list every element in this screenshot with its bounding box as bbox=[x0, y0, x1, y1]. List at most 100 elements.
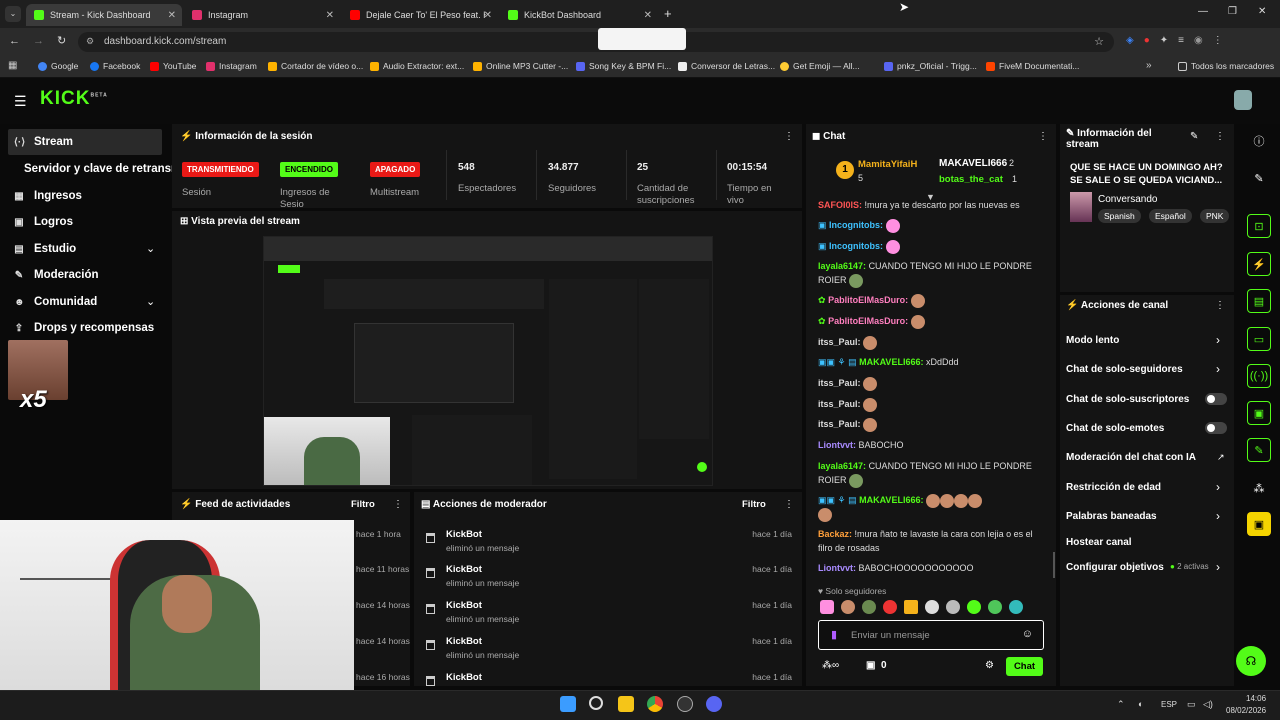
bookmark-facebook[interactable]: Facebook bbox=[90, 61, 140, 71]
sidebar-item-community[interactable]: ☻ Comunidad bbox=[14, 296, 97, 308]
search-icon[interactable] bbox=[589, 696, 603, 710]
pencil-icon[interactable]: ✎ bbox=[1247, 166, 1271, 190]
info-icon[interactable]: ⓘ bbox=[1247, 129, 1271, 153]
clip-icon[interactable]: ⊡ bbox=[1247, 214, 1271, 238]
yellow-widget-icon[interactable]: ▣ bbox=[1247, 512, 1271, 536]
network-icon[interactable]: ▭ bbox=[1187, 699, 1196, 710]
volume-icon[interactable]: ◁) bbox=[1203, 699, 1213, 710]
edit-pencil-icon[interactable]: ✎ bbox=[1190, 131, 1198, 142]
url-field[interactable]: ⚙ dashboard.kick.com/stream ☆ bbox=[78, 32, 1114, 52]
chat-username[interactable]: itss_Paul: bbox=[818, 337, 861, 347]
bookmark-pnkz[interactable]: pnkz_Oficial - Trigg... bbox=[884, 61, 977, 71]
followers-only-action[interactable]: Chat de solo-seguidores bbox=[1066, 364, 1183, 375]
document-icon[interactable]: ▤ bbox=[1247, 289, 1271, 313]
new-tab-icon[interactable]: + bbox=[664, 6, 672, 21]
close-window-icon[interactable]: ✕ bbox=[1258, 6, 1266, 17]
chat-icon[interactable]: ▭ bbox=[1247, 327, 1271, 351]
chevron-right-icon[interactable]: › bbox=[1216, 560, 1220, 574]
chat-username[interactable]: SAFOI0IS: bbox=[818, 200, 862, 210]
bookmark-fivem[interactable]: FiveM Documentati... bbox=[986, 61, 1079, 71]
chat-username[interactable]: itss_Paul: bbox=[818, 419, 861, 429]
subscribers-only-toggle[interactable] bbox=[1205, 393, 1227, 405]
sidebar-item-studio[interactable]: ▤ Estudio bbox=[14, 243, 76, 255]
host-channel-action[interactable]: Hostear canal bbox=[1066, 537, 1132, 548]
tag-chip[interactable]: Spanish bbox=[1098, 209, 1141, 223]
media-icon[interactable]: ≡ bbox=[1178, 35, 1184, 46]
emote-icon[interactable] bbox=[841, 600, 855, 614]
chat-scrollbar[interactable] bbox=[1053, 552, 1055, 578]
emoji-picker-icon[interactable]: ☺ bbox=[1022, 628, 1033, 640]
apps-grid-icon[interactable]: ▦ bbox=[8, 60, 17, 71]
profile-icon[interactable]: ◉ bbox=[1194, 35, 1203, 46]
sidebar-item-achievements[interactable]: ▣ Logros bbox=[14, 216, 73, 228]
tag-chip[interactable]: Español bbox=[1149, 209, 1192, 223]
tab-kickbot[interactable]: KickBot Dashboard ✕ bbox=[500, 4, 658, 26]
chat-username[interactable]: Liontvvt: bbox=[818, 440, 856, 450]
browser-menu-icon[interactable]: ⋮ bbox=[1213, 35, 1223, 46]
hamburger-menu-icon[interactable]: ☰ bbox=[14, 93, 27, 110]
obs-icon[interactable] bbox=[677, 696, 693, 712]
slow-mode-action[interactable]: Modo lento bbox=[1066, 335, 1119, 346]
tray-app-icon[interactable]: ◐ bbox=[1138, 699, 1143, 709]
mic-icon[interactable]: ▮ bbox=[831, 628, 837, 641]
sidebar-item-server-key[interactable]: Servidor y clave de retransm bbox=[24, 163, 181, 175]
reload-icon[interactable]: ↻ bbox=[57, 34, 66, 47]
chat-username[interactable]: layala6147: bbox=[818, 261, 866, 271]
mod-menu-icon[interactable]: ⋮ bbox=[784, 499, 794, 510]
kick-logo[interactable]: KICKBETA bbox=[40, 88, 108, 110]
chevron-down-icon[interactable]: ⌄ bbox=[146, 242, 155, 255]
lightning-icon[interactable]: ⚡ bbox=[1247, 252, 1271, 276]
bookmark-youtube[interactable]: YouTube bbox=[150, 61, 196, 71]
wrench-tool-icon[interactable]: ✎ bbox=[1247, 438, 1271, 462]
clock-date[interactable]: 08/02/2026 bbox=[1226, 706, 1266, 715]
chevron-right-icon[interactable]: › bbox=[1216, 333, 1220, 347]
bookmark-video-cutter[interactable]: Cortador de vídeo o... bbox=[268, 61, 363, 71]
chevron-right-icon[interactable]: › bbox=[1216, 509, 1220, 523]
chrome-icon[interactable] bbox=[647, 696, 663, 712]
banned-words-action[interactable]: Palabras baneadas bbox=[1066, 511, 1157, 522]
chat-username[interactable]: Liontvvt: bbox=[818, 563, 856, 573]
chat-menu-icon[interactable]: ⋮ bbox=[1038, 131, 1048, 142]
chat-gear-icon[interactable]: ⚙ bbox=[985, 660, 994, 671]
bookmark-google[interactable]: Google bbox=[38, 61, 78, 71]
chat-username[interactable]: itss_Paul: bbox=[818, 399, 861, 409]
stream-preview-video[interactable] bbox=[263, 236, 713, 486]
emote-icon[interactable] bbox=[862, 600, 876, 614]
chat-username[interactable]: Incognitobs: bbox=[829, 220, 883, 230]
ai-moderation-action[interactable]: Moderación del chat con IA bbox=[1066, 452, 1196, 463]
tab-kick-dashboard[interactable]: Stream - Kick Dashboard ✕ bbox=[26, 4, 182, 26]
emote-icon[interactable] bbox=[925, 600, 939, 614]
language-indicator[interactable]: ESP bbox=[1161, 700, 1177, 709]
close-tab-icon[interactable]: ✕ bbox=[168, 10, 176, 21]
chat-username[interactable]: layala6147: bbox=[818, 461, 866, 471]
chat-username[interactable]: Backaz: bbox=[818, 529, 852, 539]
chat-username[interactable]: itss_Paul: bbox=[818, 378, 861, 388]
tab-instagram[interactable]: Instagram ✕ bbox=[184, 4, 340, 26]
tag-chip[interactable]: PNK bbox=[1200, 209, 1230, 223]
forward-icon[interactable]: → bbox=[33, 35, 44, 47]
chevron-right-icon[interactable]: › bbox=[1216, 362, 1220, 376]
chat-username[interactable]: MAKAVELI666: bbox=[859, 357, 923, 367]
extension-blue-icon[interactable]: ◈ bbox=[1126, 35, 1134, 46]
external-link-icon[interactable]: ↗ bbox=[1217, 452, 1225, 463]
chat-input-box[interactable]: ▮ Enviar un mensaje ☺ bbox=[818, 620, 1044, 650]
discord-taskbar-icon[interactable] bbox=[706, 696, 722, 712]
chat-username[interactable]: Incognitobs: bbox=[829, 241, 883, 251]
emotes-only-toggle[interactable] bbox=[1205, 422, 1227, 434]
file-explorer-icon[interactable] bbox=[618, 696, 634, 712]
chat-username[interactable]: MAKAVELI666: bbox=[859, 495, 923, 505]
sidebar-item-drops[interactable]: ⇪ Drops y recompensas bbox=[14, 322, 154, 334]
tab-search-button[interactable]: ⌄ bbox=[5, 6, 21, 22]
close-tab-icon[interactable]: ✕ bbox=[644, 10, 652, 21]
sidebar-item-stream[interactable]: ⟨·⟩ Stream bbox=[14, 136, 73, 148]
age-restriction-action[interactable]: Restricción de edad bbox=[1066, 482, 1161, 493]
feed-menu-icon[interactable]: ⋮ bbox=[393, 499, 403, 510]
user-avatar[interactable] bbox=[1234, 90, 1252, 110]
emote-icon[interactable] bbox=[988, 600, 1002, 614]
broadcast-icon[interactable]: ((·)) bbox=[1247, 364, 1271, 388]
all-bookmarks[interactable]: Todos los marcadores bbox=[1178, 61, 1274, 71]
feed-filter-button[interactable]: Filtro bbox=[351, 499, 375, 510]
channel-menu-icon[interactable]: ⋮ bbox=[1215, 300, 1225, 311]
emote-icon[interactable] bbox=[883, 600, 897, 614]
restore-icon[interactable]: ❐ bbox=[1228, 6, 1237, 17]
